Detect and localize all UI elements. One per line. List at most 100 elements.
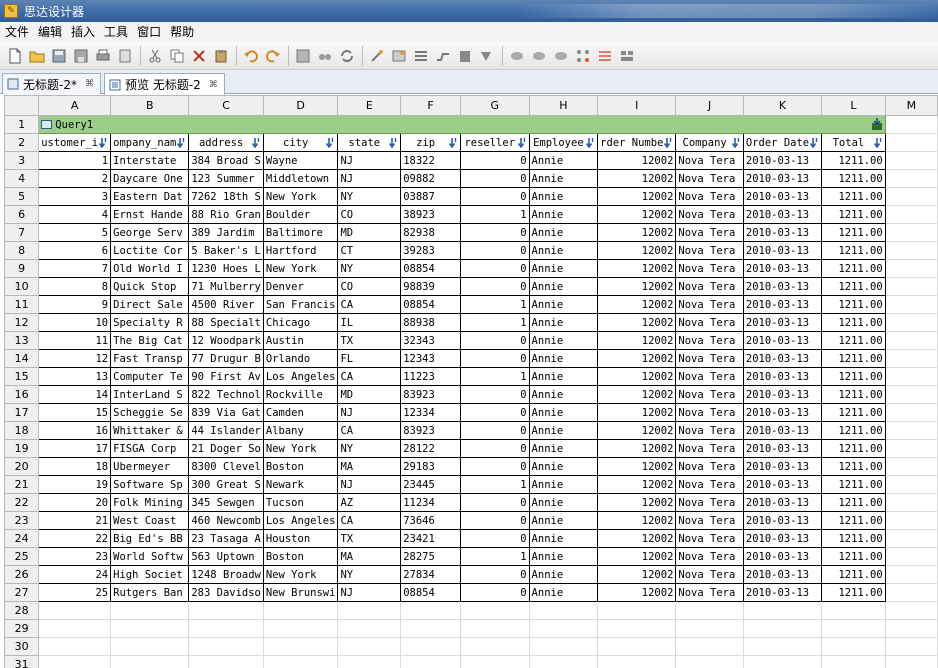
data-cell[interactable]: 1211.00	[821, 151, 886, 170]
data-cell[interactable]: 5	[38, 223, 112, 242]
data-cell[interactable]: CT	[337, 241, 402, 260]
empty-cell[interactable]	[110, 619, 190, 638]
data-cell[interactable]: Annie	[528, 583, 599, 602]
row-header[interactable]: 13	[4, 331, 40, 350]
empty-cell[interactable]	[884, 457, 938, 476]
tab-design[interactable]: 无标题-2* ⌘	[2, 73, 101, 94]
field-header[interactable]: zip	[400, 133, 461, 152]
empty-cell[interactable]	[459, 637, 530, 656]
field-header[interactable]: ompany_nam	[110, 133, 190, 152]
data-cell[interactable]: 22	[38, 529, 112, 548]
data-cell[interactable]: Interstate	[110, 151, 190, 170]
menu-file[interactable]: 文件	[0, 22, 33, 42]
empty-cell[interactable]	[400, 601, 461, 620]
empty-cell[interactable]	[884, 403, 938, 422]
data-cell[interactable]: 12002	[597, 367, 677, 386]
data-cell[interactable]: 18	[38, 457, 112, 476]
data-cell[interactable]: Nova Tera	[675, 475, 744, 494]
data-cell[interactable]: Nova Tera	[675, 439, 744, 458]
data-cell[interactable]: 1211.00	[821, 205, 886, 224]
data-cell[interactable]: 88 Rio Gran	[188, 205, 264, 224]
sort-arrow-icon[interactable]	[326, 137, 335, 149]
data-cell[interactable]: FISGA Corp	[110, 439, 190, 458]
data-cell[interactable]: MD	[337, 223, 402, 242]
data-cell[interactable]: CA	[337, 511, 402, 530]
data-cell[interactable]: 12002	[597, 295, 677, 314]
empty-cell[interactable]	[884, 583, 938, 602]
empty-cell[interactable]	[884, 205, 938, 224]
field-header[interactable]: ustomer_i	[38, 133, 112, 152]
data-cell[interactable]: NJ	[337, 169, 402, 188]
data-cell[interactable]: Annie	[528, 241, 599, 260]
layout-icon[interactable]	[618, 47, 636, 65]
data-cell[interactable]: 2010-03-13	[742, 331, 823, 350]
data-cell[interactable]: 03887	[400, 187, 461, 206]
data-cell[interactable]: Annie	[528, 331, 599, 350]
data-cell[interactable]: 0	[459, 403, 530, 422]
data-cell[interactable]: 2010-03-13	[742, 295, 823, 314]
data-cell[interactable]: NJ	[337, 475, 402, 494]
data-cell[interactable]: NJ	[337, 403, 402, 422]
data-cell[interactable]: 283 Davidso	[188, 583, 264, 602]
empty-cell[interactable]	[675, 655, 744, 668]
tab-preview[interactable]: 预览 无标题-2 ⌘	[104, 73, 225, 95]
data-cell[interactable]: Annie	[528, 439, 599, 458]
data-cell[interactable]: 11223	[400, 367, 461, 386]
data-cell[interactable]: Hartford	[262, 241, 339, 260]
empty-cell[interactable]	[884, 565, 938, 584]
cut-icon[interactable]	[146, 47, 164, 65]
empty-cell[interactable]	[459, 619, 530, 638]
data-cell[interactable]: Orlando	[262, 349, 339, 368]
data-cell[interactable]: 2010-03-13	[742, 169, 823, 188]
new-file-icon[interactable]	[6, 47, 24, 65]
toggle-a-icon[interactable]	[508, 47, 526, 65]
data-cell[interactable]: 1230 Hoes L	[188, 259, 264, 278]
empty-cell[interactable]	[337, 655, 402, 668]
data-cell[interactable]: Nova Tera	[675, 493, 744, 512]
data-cell[interactable]: 82938	[400, 223, 461, 242]
data-cell[interactable]: Eastern Dat	[110, 187, 190, 206]
empty-cell[interactable]	[884, 367, 938, 386]
data-cell[interactable]: 39283	[400, 241, 461, 260]
data-cell[interactable]: 12002	[597, 187, 677, 206]
data-cell[interactable]: 11234	[400, 493, 461, 512]
data-cell[interactable]: Annie	[528, 349, 599, 368]
empty-cell[interactable]	[188, 601, 264, 620]
field-header[interactable]: Total	[821, 133, 886, 152]
data-cell[interactable]: CA	[337, 367, 402, 386]
data-cell[interactable]: 2010-03-13	[742, 385, 823, 404]
data-cell[interactable]: Nova Tera	[675, 565, 744, 584]
data-cell[interactable]: 19	[38, 475, 112, 494]
data-cell[interactable]: New York	[262, 439, 339, 458]
insert-row-icon[interactable]	[412, 47, 430, 65]
data-cell[interactable]: 2010-03-13	[742, 565, 823, 584]
data-cell[interactable]: Boston	[262, 547, 339, 566]
data-cell[interactable]: 23	[38, 547, 112, 566]
empty-cell[interactable]	[742, 637, 823, 656]
print-icon[interactable]	[94, 47, 112, 65]
data-cell[interactable]: 4500 River	[188, 295, 264, 314]
data-cell[interactable]: 08854	[400, 583, 461, 602]
empty-cell[interactable]	[188, 655, 264, 668]
data-cell[interactable]: 2010-03-13	[742, 367, 823, 386]
data-cell[interactable]: 6	[38, 241, 112, 260]
data-cell[interactable]: 0	[459, 187, 530, 206]
data-cell[interactable]: TX	[337, 331, 402, 350]
data-cell[interactable]: 389 Jardim	[188, 223, 264, 242]
grid-dots-icon[interactable]	[574, 47, 592, 65]
row-header[interactable]: 10	[4, 277, 40, 296]
data-cell[interactable]: 1211.00	[821, 421, 886, 440]
data-cell[interactable]: NJ	[337, 151, 402, 170]
data-cell[interactable]: Tucson	[262, 493, 339, 512]
select-all-corner[interactable]	[4, 95, 40, 116]
row-header[interactable]: 22	[4, 493, 40, 512]
data-cell[interactable]: 2010-03-13	[742, 187, 823, 206]
data-cell[interactable]: 2010-03-13	[742, 313, 823, 332]
data-cell[interactable]: 0	[459, 385, 530, 404]
data-cell[interactable]: Nova Tera	[675, 385, 744, 404]
column-header[interactable]: K	[742, 95, 823, 116]
data-cell[interactable]: 09882	[400, 169, 461, 188]
empty-cell[interactable]	[38, 601, 112, 620]
data-cell[interactable]: 1	[459, 313, 530, 332]
row-header[interactable]: 19	[4, 439, 40, 458]
